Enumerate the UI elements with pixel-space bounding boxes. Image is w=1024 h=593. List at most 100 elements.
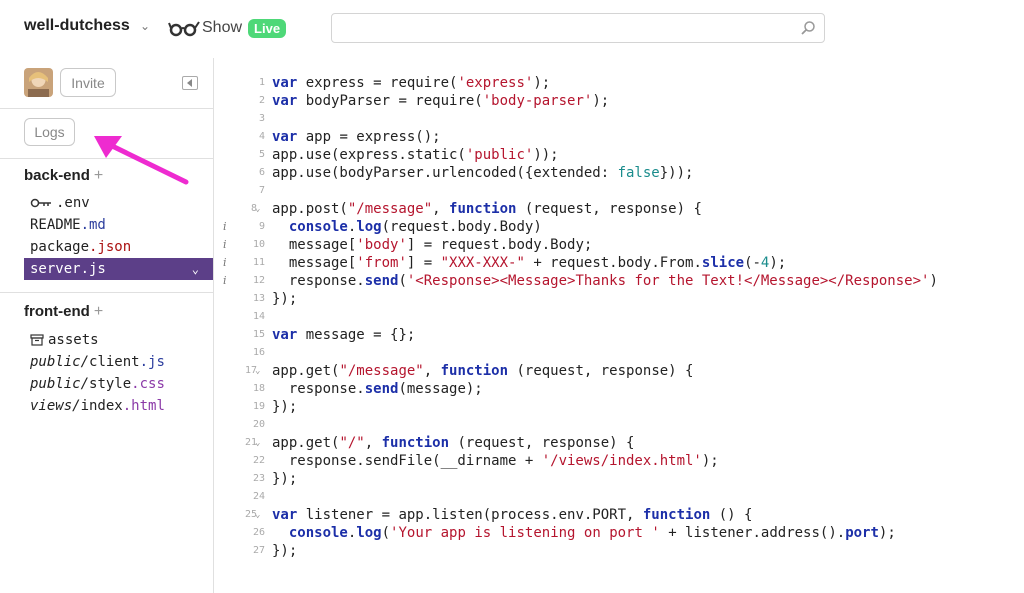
line-number: 4 [258,131,265,142]
file-name: index [80,398,123,414]
file-dir: views/ [30,398,81,414]
line-number: 20 [252,419,265,430]
fold-chevron-icon[interactable]: ⌄ [255,506,260,524]
line-number: 3 [258,113,265,124]
file-name: README [30,217,81,233]
code-line: 22 response.sendFile(__dirname + '/views… [215,452,1024,470]
line-number: 27 [252,545,265,556]
code-line: 21 ⌄ app.get("/", function (request, respo… [215,434,1024,452]
fold-chevron-icon[interactable]: ⌄ [255,200,260,218]
line-number: 21 [244,437,257,448]
file-ext: .md [80,217,106,233]
code-line: 17 ⌄ app.get("/message", function (request… [215,362,1024,380]
info-marker-icon[interactable]: i [223,218,231,236]
file-item-assets[interactable]: assets [24,329,213,351]
line-number: 18 [252,383,265,394]
code-line: i9 console.log(request.body.Body) [223,218,542,236]
search-input[interactable] [331,13,825,43]
file-item-readme[interactable]: README.md [24,214,213,236]
code-line: 8 ⌄ app.post("/message", function (request… [215,200,1024,218]
code-line: i 11 message['from'] = "XXX-XXX-" + reque… [223,254,787,272]
sidebar: Invite Logs back-end + .env README.md pac… [0,58,214,593]
line-number: 6 [258,167,265,178]
avatar[interactable] [24,68,53,97]
section-title: front-end [24,303,90,320]
code-line: 2 var bodyParser = require('body-parser')… [215,92,1024,110]
code-line: 25 ⌄ var listener = app.listen(process.env… [215,506,1024,524]
code-line: 15 var message = {}; [215,326,1024,344]
logs-button[interactable]: Logs [24,118,75,146]
line-number: 26 [252,527,265,538]
add-file-button[interactable]: + [94,303,103,320]
section-title: back-end [24,167,90,184]
box-icon [30,334,44,346]
line-number: 2 [258,95,265,106]
project-name-menu[interactable]: well-dutchess [24,17,130,35]
file-ext: .js [139,354,165,370]
file-name: server.js [30,261,106,277]
line-number: 8 [250,203,257,214]
line-number: 5 [258,149,265,160]
show-button[interactable]: Show Live [168,14,287,42]
code-line: 16 [215,344,1024,362]
line-number: 24 [252,491,265,502]
file-dir: public/ [30,354,90,370]
fold-chevron-icon[interactable]: ⌄ [255,362,260,380]
code-line: 6 app.use(bodyParser.urlencoded({extended… [215,164,1024,182]
chevron-down-icon[interactable]: ⌄ [192,258,199,280]
file-item-style-css[interactable]: public/style.css [24,373,213,395]
line-number: 1 [258,77,265,88]
code-line: 14 [215,308,1024,326]
file-ext: .html [122,398,165,414]
file-item-index-html[interactable]: views/index.html [24,395,213,417]
code-line: 20 [215,416,1024,434]
line-number: 7 [258,185,265,196]
line-number: 22 [252,455,265,466]
chevron-down-icon[interactable]: ⌄ [140,19,150,33]
file-ext: .css [131,376,165,392]
code-line: 24 [215,488,1024,506]
line-number: 15 [252,329,265,340]
collapse-sidebar-icon[interactable] [182,76,198,90]
file-name: .env [56,195,90,211]
line-number: 10 [252,239,265,250]
file-name: assets [48,332,99,348]
file-dir: public/ [30,376,90,392]
code-line: 13}); [215,290,1024,308]
search-icon[interactable] [800,20,816,36]
code-line: 27}); [215,542,1024,560]
code-editor[interactable]: 1 var express = require('express'); 2 var … [215,58,1024,593]
file-name: style [89,376,132,392]
file-item-package[interactable]: package.json [24,236,213,258]
file-name: package [30,239,90,255]
line-number: 9 [258,221,265,232]
fold-chevron-icon[interactable]: ⌄ [255,434,260,452]
info-marker-icon[interactable]: i [223,236,231,254]
code-line: 3 [215,110,1024,128]
show-label: Show [202,19,243,36]
invite-button[interactable]: Invite [60,68,116,97]
line-number: 11 [252,257,265,268]
code-line: 19}); [215,398,1024,416]
file-item-client-js[interactable]: public/client.js [24,351,213,373]
line-number: 19 [252,401,265,412]
divider [0,158,213,159]
code-line: 23}); [215,470,1024,488]
code-line: i 12 response.send('<Response><Message>Th… [223,272,938,290]
key-icon [30,198,51,208]
section-header-back-end: back-end + [24,167,103,185]
line-number: 17 [244,365,257,376]
add-file-button[interactable]: + [94,167,103,184]
code-line: 7 [215,182,1024,200]
divider [0,292,213,293]
code-line: i 10 message['body'] = request.body.Body; [223,236,593,254]
file-item-server-js[interactable]: server.js ⌄ [24,258,213,280]
code-line: 4 var app = express(); [215,128,1024,146]
info-marker-icon[interactable]: i [223,272,231,290]
code-line: 26 console.log('Your app is listening on… [215,524,1024,542]
live-badge: Live [248,18,287,38]
line-number: 16 [252,347,265,358]
line-number: 14 [252,311,265,322]
info-marker-icon[interactable]: i [223,254,231,272]
file-item-env[interactable]: .env [24,192,213,214]
